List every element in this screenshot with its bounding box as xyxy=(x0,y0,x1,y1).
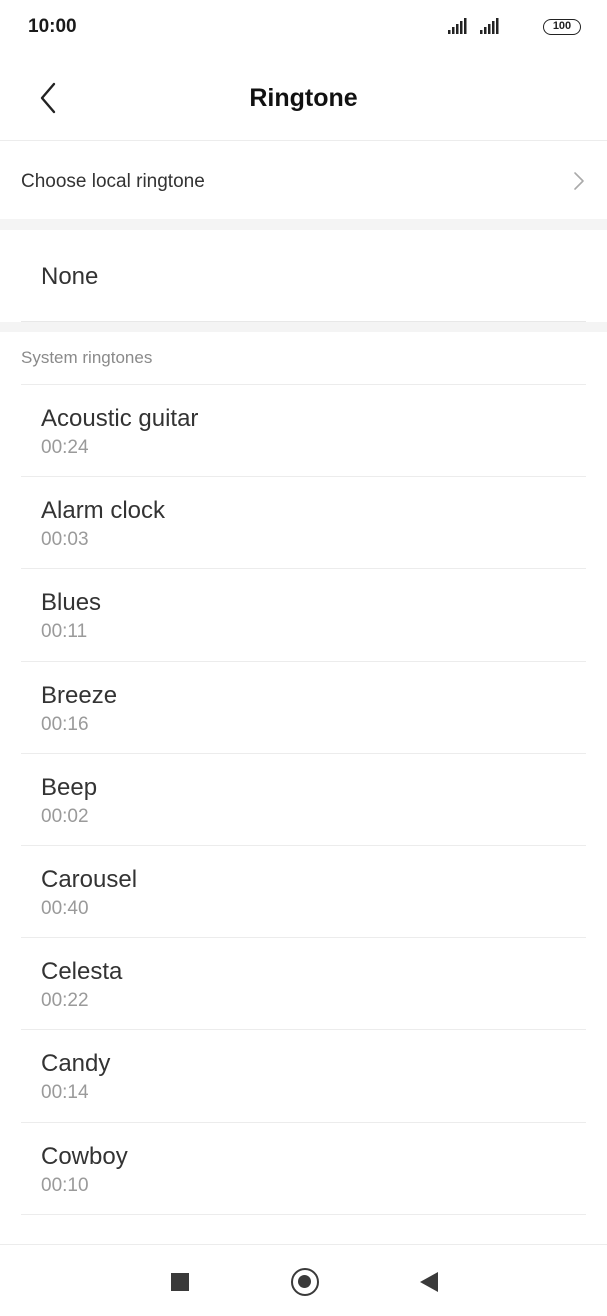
recents-square-icon[interactable] xyxy=(171,1273,189,1291)
ringtone-name: Cowboy xyxy=(41,1142,128,1170)
header: Ringtone xyxy=(0,54,607,141)
ringtone-item[interactable]: Alarm clock 00:03 xyxy=(0,477,607,570)
battery-icon: 100 xyxy=(543,19,581,35)
signal-icon xyxy=(448,18,467,34)
ringtone-item[interactable]: Celesta 00:22 xyxy=(0,938,607,1031)
divider xyxy=(21,1213,586,1215)
home-circle-icon[interactable] xyxy=(291,1268,319,1296)
ringtone-name: Alarm clock xyxy=(41,497,166,525)
choose-local-ringtone-label: Choose local ringtone xyxy=(21,171,205,192)
ringtone-item[interactable]: Blues 00:11 xyxy=(0,569,607,662)
ringtone-name: Breeze xyxy=(41,681,118,709)
ringtone-duration: 00:11 xyxy=(41,621,88,643)
page-title: Ringtone xyxy=(249,84,358,112)
ringtone-name: Carousel xyxy=(41,865,138,893)
chevron-right-icon xyxy=(574,172,584,190)
back-triangle-icon[interactable] xyxy=(420,1272,438,1292)
none-label: None xyxy=(41,263,99,290)
ringtone-duration: 00:14 xyxy=(41,1082,89,1104)
choose-local-ringtone-row[interactable]: Choose local ringtone xyxy=(0,142,607,219)
ringtone-name: Acoustic guitar xyxy=(41,405,199,432)
ringtone-name: Celesta xyxy=(41,958,123,986)
ringtone-item[interactable]: Acoustic guitar 00:24 xyxy=(0,385,607,478)
ringtone-duration: 00:40 xyxy=(41,897,89,919)
ringtone-duration: 00:10 xyxy=(41,1174,89,1196)
home-dot xyxy=(298,1275,311,1288)
ringtone-duration: 00:03 xyxy=(41,529,89,551)
section-header: System ringtones xyxy=(21,348,153,367)
ringtone-item[interactable]: Cowboy 00:10 xyxy=(0,1123,607,1215)
ringtone-name: Candy xyxy=(41,1050,111,1078)
ringtone-item[interactable]: Beep 00:02 xyxy=(0,754,607,846)
status-time: 10:00 xyxy=(28,16,77,37)
ringtone-name: Beep xyxy=(41,773,98,801)
ringtone-item[interactable]: Candy 00:14 xyxy=(0,1030,607,1123)
navigation-bar xyxy=(0,1244,607,1316)
ringtone-duration: 00:16 xyxy=(41,713,89,735)
status-bar: 10:00 100 xyxy=(0,0,607,54)
ringtone-option-none[interactable]: None xyxy=(0,230,607,322)
ringtone-duration: 00:22 xyxy=(41,990,89,1012)
ringtone-duration: 00:02 xyxy=(41,805,89,827)
ringtone-list: Acoustic guitar 00:24 Alarm clock 00:03 … xyxy=(0,385,607,1215)
section-spacer xyxy=(0,219,607,230)
ringtone-item[interactable]: Breeze 00:16 xyxy=(0,662,607,754)
ringtone-item[interactable]: Carousel 00:40 xyxy=(0,846,607,939)
ringtone-name: Blues xyxy=(41,589,102,617)
ringtone-duration: 00:24 xyxy=(41,437,89,458)
section-spacer xyxy=(0,322,607,332)
signal-icon xyxy=(480,18,499,34)
